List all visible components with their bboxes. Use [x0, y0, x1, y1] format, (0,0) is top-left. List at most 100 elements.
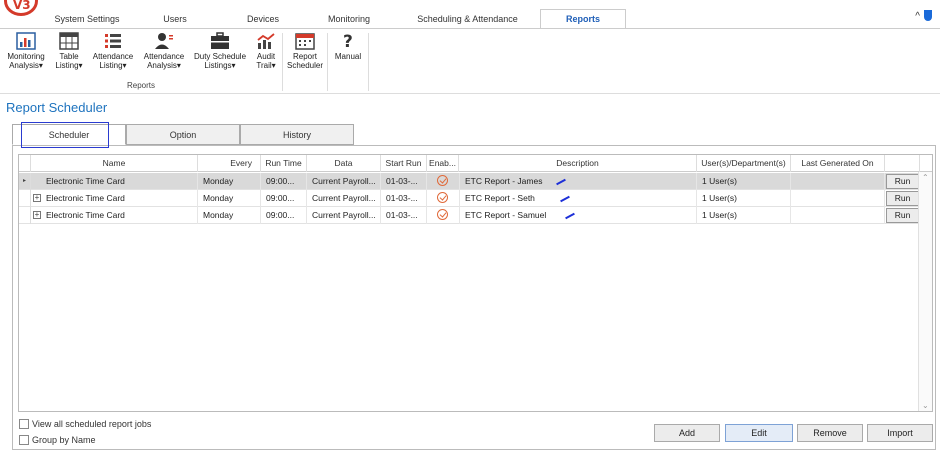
ribbon: Monitoring Analysis▾ Table Listing▾ Atte… [0, 28, 940, 94]
cell-name[interactable]: Electronic Time Card [41, 173, 198, 190]
col-start-run[interactable]: Start Run [381, 155, 427, 172]
view-all-option[interactable]: View all scheduled report jobs [19, 419, 151, 429]
cell-run-time[interactable]: 09:00... [261, 190, 307, 207]
tab-option[interactable]: Option [126, 124, 240, 145]
cell-users[interactable]: 1 User(s) [697, 173, 791, 190]
ribbon-label: Audit [256, 52, 276, 61]
monitoring-analysis-button[interactable]: Monitoring Analysis▾ [3, 32, 49, 70]
shield-icon[interactable] [924, 10, 932, 21]
tab-reports[interactable]: Reports [540, 9, 626, 29]
collapse-ribbon-icon[interactable]: ^ [915, 11, 920, 22]
tab-devices[interactable]: Devices [238, 10, 288, 28]
enabled-check-icon[interactable] [437, 175, 448, 186]
enabled-check-icon[interactable] [437, 209, 448, 220]
view-all-checkbox[interactable] [19, 419, 29, 429]
cell-last-generated [791, 190, 885, 207]
cell-description[interactable]: ETC Report - Seth [459, 190, 697, 207]
run-button[interactable]: Run [886, 208, 919, 223]
tab-users[interactable]: Users [150, 10, 200, 28]
ribbon-label: Trail▾ [256, 61, 276, 70]
cell-every[interactable]: Monday [198, 207, 261, 224]
tab-monitoring[interactable]: Monitoring [318, 10, 380, 28]
edit-button[interactable]: Edit [725, 424, 793, 442]
ribbon-label: Attendance [143, 52, 185, 61]
col-name[interactable]: Name [31, 155, 198, 172]
tab-scheduling-attendance[interactable]: Scheduling & Attendance [410, 10, 525, 28]
cell-users[interactable]: 1 User(s) [697, 207, 791, 224]
manual-button[interactable]: ? Manual [330, 32, 366, 61]
group-by-checkbox[interactable] [19, 435, 29, 445]
col-run-time[interactable]: Run Time [261, 155, 307, 172]
cell-data[interactable]: Current Payroll... [307, 190, 381, 207]
ribbon-label: Attendance [92, 52, 134, 61]
cell-name[interactable]: Electronic Time Card [41, 207, 198, 224]
view-all-label: View all scheduled report jobs [32, 419, 152, 429]
col-last-generated[interactable]: Last Generated On [791, 155, 885, 172]
cell-start-run[interactable]: 01-03-... [381, 190, 427, 207]
tab-history[interactable]: History [240, 124, 354, 145]
cell-data[interactable]: Current Payroll... [307, 207, 381, 224]
ribbon-label: Table [59, 52, 79, 61]
ribbon-label: Analysis▾ [147, 61, 181, 70]
import-button[interactable]: Import [867, 424, 933, 442]
cell-name[interactable]: Electronic Time Card [41, 190, 198, 207]
cell-last-generated [791, 207, 885, 224]
add-button[interactable]: Add [654, 424, 720, 442]
table-row[interactable]: ▸ Electronic Time Card Monday 09:00... C… [19, 173, 932, 190]
group-by-label: Group by Name [32, 435, 96, 445]
table-listing-button[interactable]: Table Listing▾ [52, 32, 86, 70]
table-row[interactable]: + Electronic Time Card Monday 09:00... C… [19, 207, 932, 224]
vertical-scrollbar[interactable]: ⌃ ⌄ [918, 172, 932, 411]
cell-run-time[interactable]: 09:00... [261, 173, 307, 190]
col-data[interactable]: Data [307, 155, 381, 172]
table-row[interactable]: + Electronic Time Card Monday 09:00... C… [19, 190, 932, 207]
remove-button[interactable]: Remove [797, 424, 863, 442]
col-enabled[interactable]: Enab... [427, 155, 459, 172]
list-icon [105, 34, 121, 48]
cell-users[interactable]: 1 User(s) [697, 190, 791, 207]
ribbon-label: Listing▾ [55, 61, 83, 70]
expand-icon[interactable]: + [33, 194, 41, 202]
cell-data[interactable]: Current Payroll... [307, 173, 381, 190]
report-scheduler-button[interactable]: Report Scheduler [285, 32, 325, 70]
expand-icon[interactable]: + [33, 211, 41, 219]
ribbon-controls: ^ [915, 10, 932, 22]
ribbon-label: Scheduler [286, 61, 324, 70]
grid-header: Name Every Run Time Data Start Run Enab.… [19, 155, 932, 172]
cell-description[interactable]: ETC Report - James [459, 173, 697, 190]
cell-description[interactable]: ETC Report - Samuel [459, 207, 697, 224]
bar-chart-icon [16, 32, 36, 50]
col-description[interactable]: Description [459, 155, 697, 172]
ribbon-group-label: Reports [126, 81, 155, 90]
audit-trail-button[interactable]: Audit Trail▾ [252, 32, 280, 70]
trend-icon [257, 33, 275, 49]
cell-every[interactable]: Monday [198, 173, 261, 190]
attendance-listing-button[interactable]: Attendance Listing▾ [88, 32, 138, 70]
enabled-check-icon[interactable] [437, 192, 448, 203]
svg-text:?: ? [343, 32, 353, 50]
scroll-up-icon[interactable]: ⌃ [922, 173, 929, 182]
focus-outline [21, 122, 109, 148]
cell-every[interactable]: Monday [198, 190, 261, 207]
col-every[interactable]: Every [198, 155, 261, 172]
ribbon-label: Manual [334, 52, 362, 61]
run-button[interactable]: Run [886, 191, 919, 206]
cell-run-time[interactable]: 09:00... [261, 207, 307, 224]
col-users[interactable]: User(s)/Department(s) [697, 155, 791, 172]
ribbon-label: Report [292, 52, 317, 61]
calendar-icon [295, 33, 315, 50]
ribbon-label: Monitoring [7, 52, 45, 61]
tab-scheduler[interactable]: Scheduler [12, 122, 126, 148]
attendance-analysis-button[interactable]: Attendance Analysis▾ [139, 32, 189, 70]
tab-system-settings[interactable]: System Settings [52, 10, 122, 28]
app-logo: V3 [4, 0, 38, 16]
group-by-option[interactable]: Group by Name [19, 435, 96, 445]
cell-start-run[interactable]: 01-03-... [381, 173, 427, 190]
duty-schedule-listings-button[interactable]: Duty Schedule Listings▾ [190, 32, 250, 70]
scroll-down-icon[interactable]: ⌄ [922, 401, 929, 410]
cell-last-generated [791, 173, 885, 190]
cell-start-run[interactable]: 01-03-... [381, 207, 427, 224]
logo-text: V3 [13, 0, 31, 12]
run-button[interactable]: Run [886, 174, 919, 189]
ribbon-label: Duty Schedule [193, 52, 247, 61]
